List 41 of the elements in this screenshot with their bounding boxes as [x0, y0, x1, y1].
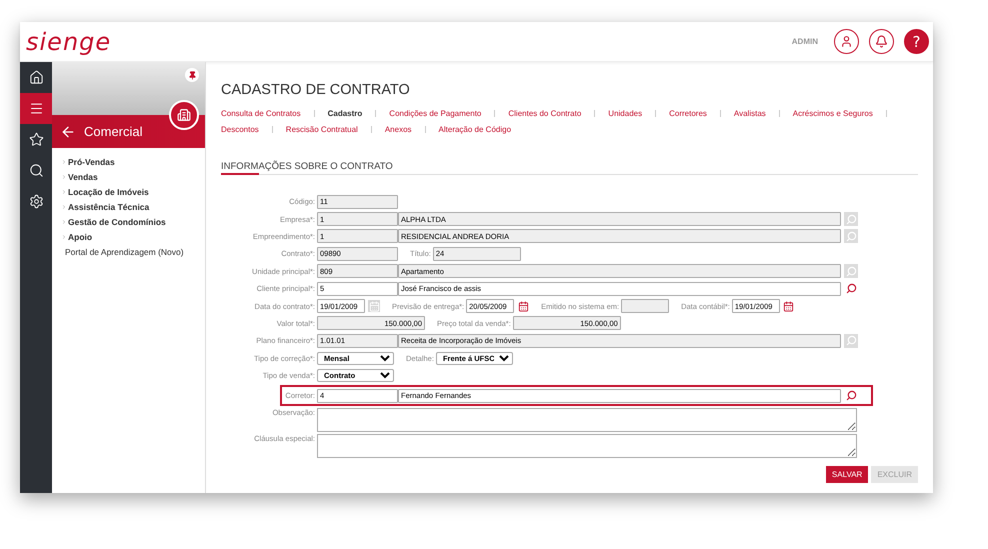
tab[interactable]: Alteração de Código	[438, 124, 512, 134]
module-back-button[interactable]: Comercial	[52, 115, 205, 148]
text-field[interactable]	[621, 299, 670, 314]
tab[interactable]: Cadastro	[328, 108, 362, 118]
calendar-button[interactable]	[517, 300, 530, 312]
chevron-icon	[61, 218, 67, 224]
help-button[interactable]: ?	[904, 29, 929, 54]
tab[interactable]: Clientes do Contrato	[508, 108, 582, 118]
tab[interactable]: Anexos	[384, 124, 412, 134]
chevron-icon	[61, 188, 67, 194]
tab[interactable]: Rescisão Contratual	[286, 124, 358, 134]
chevron-icon	[61, 174, 67, 180]
search-button[interactable]	[844, 388, 858, 403]
menu-item[interactable]: Vendas	[61, 169, 205, 184]
chevron-icon	[61, 158, 67, 164]
chevron-icon	[61, 234, 67, 240]
menu-item[interactable]: Portal de Aprendizagem (Novo)	[61, 244, 205, 259]
tab[interactable]: Condições de Pagamento	[389, 108, 482, 118]
menu-item[interactable]: Apoio	[61, 229, 205, 244]
bell-icon[interactable]	[869, 29, 894, 54]
tab[interactable]: Descontos	[221, 124, 259, 134]
menu-item[interactable]: Gestão de Condomínios	[61, 214, 205, 229]
menu-item[interactable]: Assistência Técnica	[61, 199, 205, 214]
logo: sienge	[26, 28, 112, 56]
back-arrow-icon	[60, 124, 76, 140]
tab[interactable]: Acréscimos e Seguros	[792, 108, 873, 118]
menu-item[interactable]: Pró-Vendas	[61, 154, 205, 169]
user-name: ADMIN	[792, 37, 818, 46]
tab[interactable]: Consulta de Contratos	[221, 108, 301, 118]
tab[interactable]: Corretores	[669, 108, 707, 118]
action-button[interactable]: SALVAR	[826, 466, 868, 484]
menu-icon[interactable]	[20, 93, 52, 124]
menu-item[interactable]: Locação de Imóveis	[61, 184, 205, 199]
page-title: CADASTRO DE CONTRATO	[221, 82, 411, 98]
calendar-button[interactable]	[782, 300, 795, 312]
search-button[interactable]	[844, 282, 858, 296]
section-title: INFORMAÇÕES SOBRE O CONTRATO	[221, 161, 394, 173]
chevron-icon	[61, 204, 67, 210]
tab[interactable]: Avalistas	[734, 108, 766, 118]
user-icon[interactable]	[834, 29, 859, 54]
tab[interactable]: Unidades	[608, 108, 642, 118]
